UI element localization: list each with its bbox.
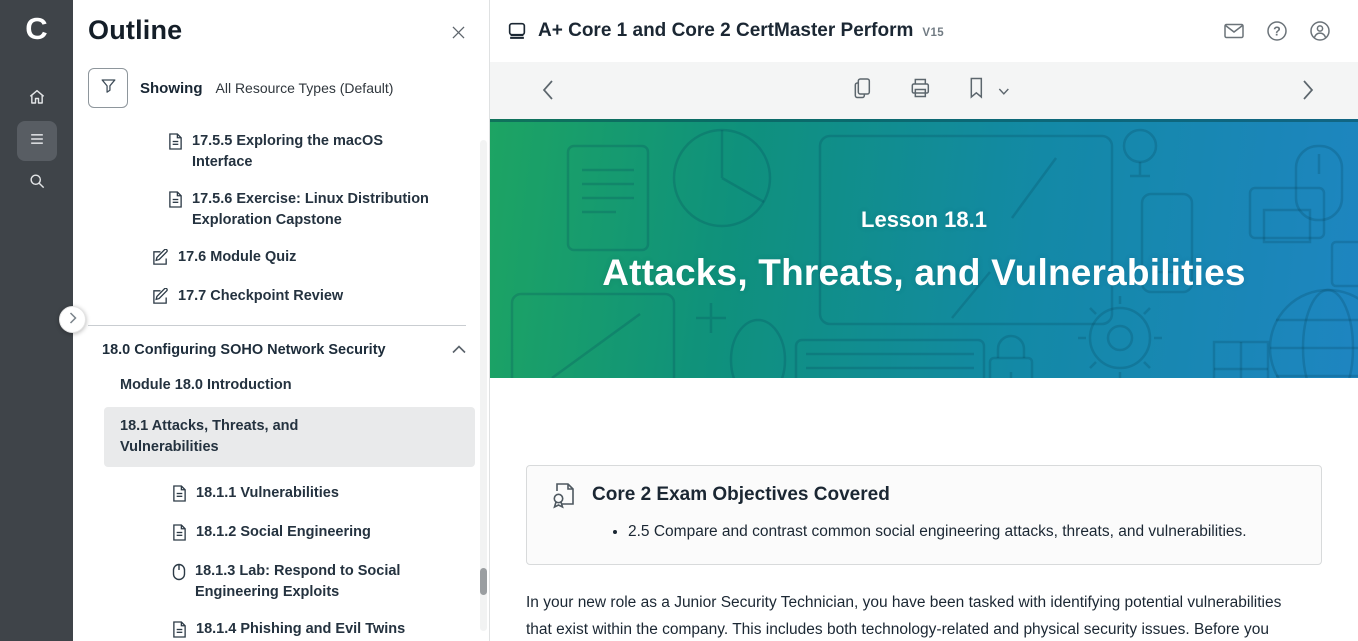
account-icon[interactable] bbox=[1308, 19, 1332, 43]
outline-tree: 17.5.5 Exploring the macOS Interface 17.… bbox=[73, 108, 489, 641]
app-header: A+ Core 1 and Core 2 CertMaster Perform … bbox=[490, 0, 1358, 62]
main-area: A+ Core 1 and Core 2 CertMaster Perform … bbox=[490, 0, 1358, 641]
filter-current-value: All Resource Types (Default) bbox=[215, 80, 394, 96]
print-icon bbox=[908, 76, 932, 105]
close-outline-button[interactable] bbox=[449, 23, 468, 47]
outline-item-label: 18.1 Attacks, Threats, and Vulnerabiliti… bbox=[120, 418, 299, 455]
outline-item-label: Module 18.0 Introduction bbox=[120, 377, 292, 393]
quiz-edit-icon bbox=[152, 287, 169, 309]
outline-scrollbar-track[interactable] bbox=[480, 140, 487, 631]
certificate-page-icon bbox=[551, 481, 577, 509]
outline-panel-title: Outline bbox=[88, 15, 183, 45]
course-device-icon bbox=[506, 20, 528, 42]
svg-text:?: ? bbox=[1273, 24, 1281, 38]
document-icon bbox=[172, 524, 187, 545]
intro-paragraph: In your new role as a Junior Security Te… bbox=[526, 594, 1282, 638]
chevron-right-icon bbox=[69, 311, 77, 329]
outline-menu-icon bbox=[27, 129, 47, 154]
outline-item-17-5-5[interactable]: 17.5.5 Exploring the macOS Interface bbox=[73, 131, 489, 173]
course-version-badge: V15 bbox=[922, 27, 945, 39]
bookmark-icon bbox=[967, 76, 985, 105]
brand-logo: C bbox=[25, 11, 48, 46]
outline-menu-button[interactable] bbox=[16, 121, 57, 161]
outline-item-module-18-0[interactable]: Module 18.0 Introduction bbox=[73, 375, 489, 396]
outline-item-18-1-2[interactable]: 18.1.2 Social Engineering bbox=[73, 522, 489, 545]
lesson-title: Attacks, Threats, and Vulnerabilities bbox=[602, 251, 1246, 293]
outline-item-17-7[interactable]: 17.7 Checkpoint Review bbox=[73, 286, 489, 309]
outline-item-label: 17.7 Checkpoint Review bbox=[178, 288, 344, 304]
print-button[interactable] bbox=[908, 76, 932, 105]
outline-section-18-0[interactable]: 18.0 Configuring SOHO Network Security bbox=[73, 342, 489, 358]
outline-item-17-6[interactable]: 17.6 Module Quiz bbox=[73, 247, 489, 270]
exam-objectives-box: Core 2 Exam Objectives Covered 2.5 Compa… bbox=[526, 465, 1322, 565]
lesson-number: Lesson 18.1 bbox=[861, 206, 987, 232]
document-icon bbox=[172, 621, 187, 641]
outline-scrollbar-thumb[interactable] bbox=[480, 568, 487, 595]
copy-button[interactable] bbox=[851, 76, 873, 105]
document-icon bbox=[168, 133, 183, 154]
lesson-toolbar bbox=[490, 62, 1358, 119]
filter-funnel-icon bbox=[99, 76, 118, 100]
outline-item-17-5-6[interactable]: 17.5.6 Exercise: Linux Distribution Expl… bbox=[73, 189, 489, 231]
lesson-hero-banner: Lesson 18.1 Attacks, Threats, and Vulner… bbox=[490, 119, 1358, 378]
lab-mouse-icon bbox=[172, 563, 186, 585]
course-title: A+ Core 1 and Core 2 CertMaster Perform bbox=[538, 20, 914, 41]
document-icon bbox=[172, 485, 187, 506]
home-icon bbox=[27, 87, 47, 112]
lesson-body: Core 2 Exam Objectives Covered 2.5 Compa… bbox=[490, 378, 1358, 641]
outline-item-label: 17.6 Module Quiz bbox=[178, 249, 297, 265]
bookmark-button[interactable] bbox=[967, 76, 985, 105]
quiz-edit-icon bbox=[152, 248, 169, 270]
help-icon[interactable]: ? bbox=[1265, 19, 1289, 43]
outline-section-label: 18.0 Configuring SOHO Network Security bbox=[102, 342, 386, 358]
outline-item-label: 18.1.1 Vulnerabilities bbox=[196, 485, 339, 501]
chevron-up-icon[interactable] bbox=[452, 342, 466, 358]
close-icon bbox=[449, 26, 468, 46]
bookmark-dropdown-button[interactable] bbox=[998, 82, 1009, 100]
chevron-down-icon bbox=[998, 82, 1009, 100]
previous-page-button[interactable] bbox=[542, 79, 554, 106]
outline-item-label: 18.1.3 Lab: Respond to Social Engineerin… bbox=[195, 563, 401, 600]
resource-filter-row: Showing All Resource Types (Default) bbox=[88, 68, 489, 108]
outline-item-18-1-1[interactable]: 18.1.1 Vulnerabilities bbox=[73, 483, 489, 506]
home-button[interactable] bbox=[17, 79, 57, 119]
outline-item-18-1-4[interactable]: 18.1.4 Phishing and Evil Twins bbox=[73, 619, 489, 641]
filter-showing-label: Showing bbox=[140, 79, 203, 97]
mail-icon[interactable] bbox=[1222, 19, 1246, 43]
outline-item-label: 17.5.5 Exploring the macOS Interface bbox=[192, 133, 383, 170]
next-page-button[interactable] bbox=[1302, 79, 1314, 106]
chevron-right-icon bbox=[1302, 79, 1314, 106]
document-icon bbox=[168, 191, 183, 212]
outline-panel: Outline Showing All Resource Types (Defa… bbox=[73, 0, 490, 641]
outline-item-18-1-3[interactable]: 18.1.3 Lab: Respond to Social Engineerin… bbox=[73, 561, 489, 603]
outline-section-divider bbox=[88, 325, 466, 326]
chevron-left-icon bbox=[542, 79, 554, 106]
outline-item-label: 18.1.2 Social Engineering bbox=[196, 524, 371, 540]
outline-item-18-1-selected[interactable]: 18.1 Attacks, Threats, and Vulnerabiliti… bbox=[104, 407, 475, 467]
outline-item-label: 17.5.6 Exercise: Linux Distribution Expl… bbox=[192, 191, 429, 228]
objective-item: 2.5 Compare and contrast common social e… bbox=[628, 520, 1297, 543]
panel-collapse-toggle[interactable] bbox=[59, 306, 86, 333]
filter-button[interactable] bbox=[88, 68, 128, 108]
copy-icon bbox=[851, 76, 873, 105]
objectives-title: Core 2 Exam Objectives Covered bbox=[592, 484, 890, 505]
search-icon bbox=[27, 171, 47, 196]
app: C Outline Showing All Resource Types (De… bbox=[0, 0, 1358, 641]
search-button[interactable] bbox=[17, 163, 57, 203]
lesson-content: Lesson 18.1 Attacks, Threats, and Vulner… bbox=[490, 119, 1358, 641]
outline-item-label: 18.1.4 Phishing and Evil Twins bbox=[196, 621, 406, 637]
hero-pattern bbox=[510, 128, 1358, 378]
